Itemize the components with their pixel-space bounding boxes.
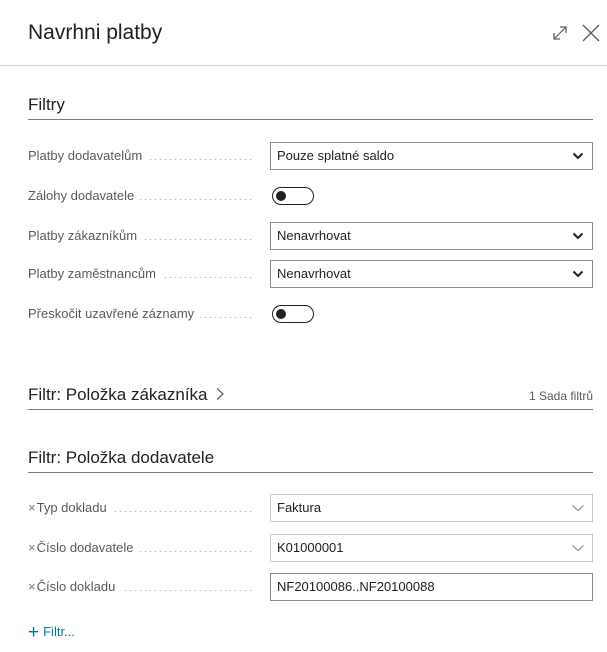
doc-type-filter-label: ×Typ dokladu: [28, 494, 260, 522]
vendor-prepayments-row: Zálohy dodavatele: [28, 182, 593, 210]
section-divider: [28, 409, 593, 410]
doc-no-filter-row: ×Číslo dokladu NF20100086..NF20100088: [28, 573, 593, 601]
vendor-prepayments-toggle[interactable]: [272, 187, 314, 205]
add-filter-label: Filtr...: [43, 624, 75, 639]
customer-filter-title[interactable]: Filtr: Položka zákazníka: [28, 385, 225, 405]
dialog-header: Navrhni platby: [0, 0, 607, 66]
chevron-down-icon: [572, 545, 584, 552]
section-divider: [28, 119, 593, 120]
vendor-prepayments-label: Zálohy dodavatele: [28, 182, 260, 210]
employee-payments-value: Nenavrhovat: [277, 266, 351, 281]
vendor-filter-title: Filtr: Položka dodavatele: [28, 448, 215, 467]
close-icon[interactable]: [580, 22, 602, 44]
remove-filter-icon[interactable]: ×: [28, 500, 36, 515]
vendor-no-filter-select[interactable]: K01000001: [270, 534, 593, 562]
chevron-down-icon: [572, 270, 584, 278]
customer-payments-select[interactable]: Nenavrhovat: [270, 222, 593, 250]
remove-filter-icon[interactable]: ×: [28, 540, 36, 555]
vendor-payments-select[interactable]: Pouze splatné saldo: [270, 142, 593, 170]
doc-no-filter-label: ×Číslo dokladu: [28, 573, 260, 601]
customer-payments-value: Nenavrhovat: [277, 228, 351, 243]
customer-payments-row: Platby zákazníkům Nenavrhovat: [28, 222, 593, 250]
filter-set-count: 1 Sada filtrů: [528, 389, 593, 403]
dialog-title: Navrhni platby: [28, 21, 163, 44]
customer-payments-label: Platby zákazníkům: [28, 222, 260, 250]
vendor-payments-label: Platby dodavatelům: [28, 142, 260, 170]
vendor-payments-value: Pouze splatné saldo: [277, 148, 395, 163]
skip-closed-toggle[interactable]: [272, 305, 314, 323]
vendor-no-filter-row: ×Číslo dodavatele K01000001: [28, 534, 593, 562]
skip-closed-label: Přeskočit uzavřené záznamy: [28, 300, 260, 328]
plus-icon: +: [28, 622, 40, 643]
chevron-right-icon: [216, 388, 225, 400]
employee-payments-label: Platby zaměstnancům: [28, 260, 260, 288]
employee-payments-row: Platby zaměstnancům Nenavrhovat: [28, 260, 593, 288]
skip-closed-row: Přeskočit uzavřené záznamy: [28, 300, 593, 328]
vendor-no-filter-value: K01000001: [277, 540, 344, 555]
doc-type-filter-row: ×Typ dokladu Faktura: [28, 494, 593, 522]
vendor-payments-row: Platby dodavatelům Pouze splatné saldo: [28, 142, 593, 170]
filters-section-title: Filtry: [28, 95, 65, 114]
chevron-down-icon: [572, 505, 584, 512]
remove-filter-icon[interactable]: ×: [28, 579, 36, 594]
expand-icon[interactable]: [549, 22, 571, 44]
section-divider: [28, 472, 593, 473]
doc-no-filter-value: NF20100086..NF20100088: [277, 579, 435, 594]
doc-type-filter-value: Faktura: [277, 500, 322, 515]
doc-type-filter-select[interactable]: Faktura: [270, 494, 593, 522]
add-filter-button[interactable]: + Filtr...: [28, 622, 75, 644]
employee-payments-select[interactable]: Nenavrhovat: [270, 260, 593, 288]
customer-filter-title-text: Filtr: Položka zákazníka: [28, 385, 208, 404]
chevron-down-icon: [572, 152, 584, 160]
chevron-down-icon: [572, 232, 584, 240]
vendor-no-filter-label: ×Číslo dodavatele: [28, 534, 260, 562]
doc-no-filter-input[interactable]: NF20100086..NF20100088: [270, 573, 593, 601]
